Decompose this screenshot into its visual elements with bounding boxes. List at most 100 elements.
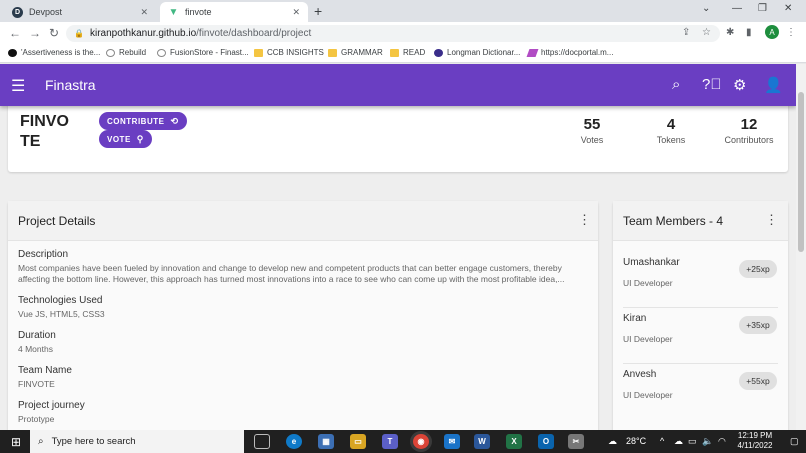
store-icon[interactable]: ▦ (318, 434, 334, 449)
volume-icon[interactable]: 🔈 (702, 436, 713, 447)
bookmark-label: READ (403, 48, 426, 57)
tab-search-icon[interactable]: ⌄ (702, 3, 710, 14)
vue-icon: ▼ (168, 6, 179, 18)
field-project-journey: Project journey Prototype (18, 400, 85, 425)
bookmark-item[interactable]: FusionStore - Finast... (157, 48, 249, 57)
member-item[interactable]: Kiran UI Developer +35xp (623, 305, 778, 361)
chrome-menu-icon[interactable]: ⋮ (786, 27, 796, 38)
teams-icon[interactable]: T (382, 434, 398, 449)
vote-button[interactable]: VOTE ⚲ (99, 130, 152, 148)
bookmark-item[interactable]: 'Assertiveness is the... (8, 48, 100, 57)
bookmark-item[interactable]: GRAMMAR (328, 48, 383, 57)
field-value: FINVOTE (18, 379, 55, 389)
weather-icon[interactable]: ☁ (608, 436, 617, 447)
bookmark-label: Longman Dictionar... (447, 48, 521, 57)
bookmarks-bar: 'Assertiveness is the... Rebuild FusionS… (0, 44, 806, 63)
field-team-name: Team Name FINVOTE (18, 365, 72, 390)
more-options-icon[interactable]: ⋮ (765, 212, 778, 228)
vote-label: VOTE (107, 134, 131, 144)
forward-icon[interactable]: → (29, 26, 41, 40)
search-icon: ⌕ (38, 436, 44, 447)
bookmark-item[interactable]: https://docportal.m... (526, 48, 613, 57)
chrome-icon[interactable]: ◉ (413, 434, 429, 449)
tab-devpost[interactable]: D Devpost ✕ (4, 2, 156, 22)
longman-icon (434, 48, 443, 57)
url-input[interactable]: 🔒 kiranpothkanur.github.io/finvote/dashb… (66, 25, 720, 42)
field-label: Technologies Used (18, 295, 103, 306)
bookmark-label: CCB INSIGHTS (267, 48, 324, 57)
temperature[interactable]: 28°C (626, 436, 646, 446)
clock-date: 4/11/2022 (737, 441, 773, 450)
reload-icon[interactable]: ↻ (49, 26, 59, 40)
edge-icon[interactable]: e (286, 434, 302, 449)
tab-finvote[interactable]: ▼ finvote ✕ (160, 2, 308, 22)
member-name: Anvesh (623, 369, 657, 380)
excel-icon[interactable]: X (506, 434, 522, 449)
field-technologies: Technologies Used Vue JS, HTML5, CSS3 (18, 295, 105, 320)
tab-title: Devpost (29, 7, 63, 17)
sidebar-icon[interactable]: ▮ (746, 27, 752, 38)
close-icon[interactable]: ✕ (140, 7, 148, 18)
task-view-icon[interactable] (254, 434, 270, 449)
system-clock[interactable]: 12:19 PM 4/11/2022 (734, 431, 776, 451)
card-title: Team Members - 4 (623, 214, 724, 228)
more-options-icon[interactable]: ⋮ (578, 212, 591, 228)
member-role: UI Developer (623, 278, 673, 288)
url-host: kiranpothkanur.github.io (89, 28, 197, 39)
votes-stat: 55 Votes (568, 116, 616, 145)
close-icon[interactable]: ✕ (292, 7, 300, 18)
stat-value: 4 (666, 116, 676, 133)
minimize-icon[interactable]: — (732, 3, 742, 14)
member-item[interactable]: Umashankar UI Developer +25xp (623, 249, 778, 305)
battery-icon[interactable]: ▭ (688, 436, 697, 447)
project-name: FINVO TE (20, 112, 80, 152)
tab-title: finvote (185, 7, 212, 17)
tray-chevron-icon[interactable]: ^ (660, 436, 664, 446)
url-path: /finvote/dashboard/project (196, 28, 312, 39)
member-role: UI Developer (623, 334, 673, 344)
mail-icon[interactable]: ✉ (444, 434, 460, 449)
back-icon[interactable]: ← (9, 26, 21, 40)
app-viewport: ☰ Finastra ⌕ ?⃝ ⚙ 👤 FINVO TE CONTRIBUTE … (0, 64, 796, 430)
gear-icon[interactable]: ⚙ (733, 76, 746, 94)
bookmark-item[interactable]: Longman Dictionar... (434, 48, 520, 57)
contribute-button[interactable]: CONTRIBUTE ⟲ (99, 112, 187, 130)
folder-icon (254, 48, 263, 57)
file-explorer-icon[interactable]: ▭ (350, 434, 366, 449)
restore-icon[interactable]: ❐ (758, 3, 767, 14)
page-scrollbar[interactable] (796, 64, 806, 430)
bookmark-item[interactable]: CCB INSIGHTS (254, 48, 324, 57)
field-label: Description (18, 249, 69, 260)
snipping-tool-icon[interactable]: ✂ (568, 434, 584, 449)
close-window-icon[interactable]: ✕ (784, 3, 792, 14)
app-bar: ☰ Finastra ⌕ ?⃝ ⚙ 👤 (0, 64, 796, 106)
member-item[interactable]: Anvesh UI Developer +55xp (623, 361, 778, 417)
outlook-icon[interactable]: O (538, 434, 554, 449)
cloud-icon[interactable]: ☁ (674, 436, 683, 447)
extensions-icon[interactable]: ✱ (726, 27, 734, 38)
bookmark-star-icon[interactable]: ☆ (702, 27, 711, 38)
bookmark-item[interactable]: READ (390, 48, 425, 57)
notifications-icon[interactable]: ▢ (790, 436, 799, 447)
share-icon[interactable]: ⇪ (682, 27, 690, 38)
user-icon[interactable]: 👤 (764, 76, 783, 94)
menu-icon[interactable]: ☰ (11, 76, 25, 96)
scrollbar-thumb[interactable] (798, 92, 804, 252)
card-title: Project Details (18, 214, 96, 228)
xp-badge: +25xp (739, 260, 777, 278)
bookmark-item[interactable]: Rebuild (106, 48, 146, 57)
member-name: Kiran (623, 313, 647, 324)
profile-avatar[interactable]: A (765, 25, 779, 39)
tokens-stat: 4 Tokens (646, 116, 696, 145)
browser-tab-strip: D Devpost ✕ ▼ finvote ✕ + ⌄ — ❐ ✕ (0, 0, 806, 22)
help-icon[interactable]: ?⃝ (702, 76, 722, 93)
taskbar-search-input[interactable]: ⌕ Type here to search (30, 430, 244, 453)
windows-start-icon[interactable]: ⊞ (11, 435, 21, 449)
member-name: Umashankar (623, 257, 680, 268)
search-icon[interactable]: ⌕ (672, 76, 680, 93)
new-tab-icon[interactable]: + (314, 3, 322, 19)
wifi-icon[interactable]: ◠ (718, 436, 726, 447)
word-icon[interactable]: W (474, 434, 490, 449)
link-icon (106, 48, 115, 57)
stat-label: Contributors (724, 135, 774, 145)
